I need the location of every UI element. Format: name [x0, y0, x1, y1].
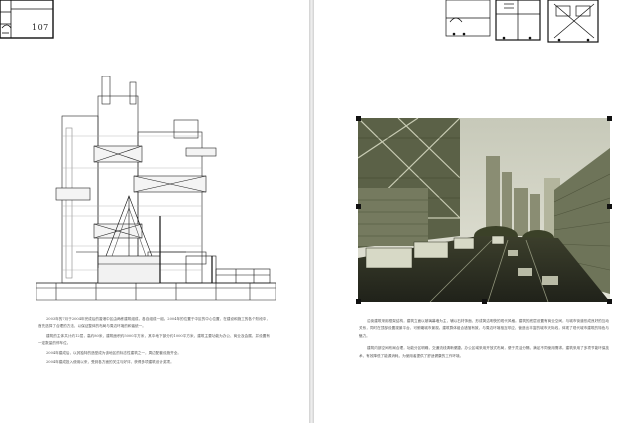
paragraph: 2004年建成后，以其独特的造型成为该地区的标志性建筑之一，周边配套设施齐全。 — [46, 350, 181, 355]
floor-plan-fragment-top-right — [444, 0, 604, 46]
left-body-text: 2003年的7月于2004年完成后的香港中区由两栋建筑组成，各自组成一组。200… — [38, 316, 270, 368]
resize-handle-bottom-right[interactable] — [607, 299, 612, 304]
paragraph: 沿街建筑采用框架结构，建筑立面以玻璃幕墙为主，辅以石材饰面，形成简洁明快的现代风… — [359, 319, 609, 338]
paragraph: 2004年建成投入使用以来，受到各方面的关注与好评，获得多项建筑设计奖项。 — [46, 360, 174, 365]
paragraph: 2003年的7月于2004年完成后的香港中区由两栋建筑组成，各自组成一组。200… — [38, 317, 270, 329]
resize-handle-top-right[interactable] — [607, 116, 612, 121]
floor-plan-fragment-top-left — [0, 0, 60, 42]
right-page: 沿街建筑采用框架结构，建筑立面以玻璃幕墙为主，辅以石材饰面，形成简洁明快的现代风… — [314, 0, 622, 423]
paragraph: 建筑的主体共计约12层，高约80米，建筑面积约5000平方米，其中地下部分约10… — [38, 333, 270, 346]
resize-handle-top-left[interactable] — [356, 116, 361, 121]
resize-handle-bottom[interactable] — [482, 299, 487, 304]
left-page: 107 2003年的7月于2004年完成后的香港中区由两栋建筑组成，各自组成一组… — [0, 0, 309, 423]
resize-handle-bottom-left[interactable] — [356, 299, 361, 304]
page-number: 107 — [32, 23, 49, 32]
resize-handle-right[interactable] — [607, 204, 612, 209]
street-photo[interactable] — [356, 116, 612, 304]
paragraph: 建筑内部空间布局合理，功能分区明确，交通流线清晰便捷。办公区域采用开放式布局，便… — [359, 346, 609, 358]
building-section-drawing — [35, 75, 277, 308]
resize-handle-left[interactable] — [356, 204, 361, 209]
right-body-text: 沿街建筑采用框架结构，建筑立面以玻璃幕墙为主，辅以石材饰面，形成简洁明快的现代风… — [359, 318, 609, 365]
